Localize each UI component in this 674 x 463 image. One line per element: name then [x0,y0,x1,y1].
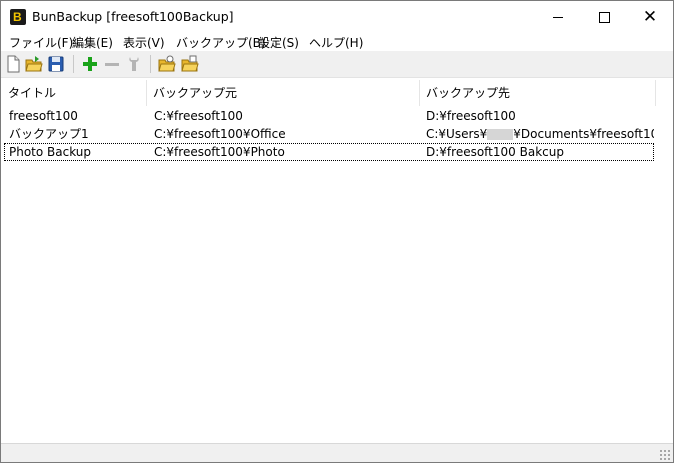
status-bar [1,443,673,462]
toolbar-separator [73,55,74,73]
open-folder-icon [25,56,43,72]
row-source: C:¥freesoft100¥Photo [154,145,285,159]
remove-button[interactable] [103,55,121,73]
toolbar-separator [150,55,151,73]
row-source: C:¥freesoft100¥Office [154,127,286,141]
window-title: BunBackup [freesoft100Backup] [32,9,234,24]
save-button[interactable] [47,55,65,73]
column-header-source[interactable]: バックアップ元 [147,80,420,106]
minimize-icon [553,17,563,18]
dest-prefix: C:¥Users¥ [426,127,488,141]
menu-settings[interactable]: 設定(S) [258,34,299,51]
row-title: freesoft100 [9,109,78,123]
list-row[interactable]: freesoft100 C:¥freesoft100 D:¥freesoft10… [4,107,654,125]
row-source: C:¥freesoft100 [154,109,243,123]
menu-help[interactable]: ヘルプ(H) [309,34,363,51]
maximize-icon [599,12,610,23]
remove-icon [105,63,119,66]
list-row-focused[interactable]: Photo Backup C:¥freesoft100¥Photo D:¥fre… [4,143,654,161]
app-icon-letter: B [13,10,22,24]
title-bar[interactable]: B BunBackup [freesoft100Backup] ✕ [1,1,673,33]
add-icon [83,57,97,71]
maximize-button[interactable] [581,1,627,33]
properties-button[interactable] [125,55,143,73]
row-destination: D:¥freesoft100 [426,109,516,123]
backup-button[interactable] [158,55,176,73]
close-button[interactable]: ✕ [627,1,673,33]
backup-folder-icon [158,55,176,72]
add-button[interactable] [81,55,99,73]
dest-suffix: ¥Documents¥freesoft10... [513,127,654,141]
row-destination: D:¥freesoft100 Bakcup [426,145,564,159]
open-button[interactable] [25,55,43,73]
backup-list[interactable]: タイトル バックアップ元 バックアップ先 freesoft100 C:¥free… [2,80,672,443]
column-header-title[interactable]: タイトル [2,80,147,106]
resize-grip-icon[interactable] [659,449,671,461]
app-icon[interactable]: B [10,9,26,25]
column-header-destination[interactable]: バックアップ先 [420,80,656,106]
toolbar [1,51,673,78]
minimize-button[interactable] [535,1,581,33]
row-title: バックアップ1 [9,127,89,141]
backup-all-icon [181,55,199,72]
menu-bar: ファイル(F) 編集(E) 表示(V) バックアップ(B) 設定(S) ヘルプ(… [1,33,673,51]
menu-backup[interactable]: バックアップ(B) [176,34,266,51]
new-file-button[interactable] [4,55,22,73]
new-file-icon [7,55,20,73]
list-row[interactable]: バックアップ1 C:¥freesoft100¥Office C:¥Users¥ ¥… [4,125,654,143]
settings-wrench-icon [129,57,139,71]
save-icon [48,56,64,72]
backup-all-button[interactable] [181,55,199,73]
menu-edit[interactable]: 編集(E) [72,34,113,51]
close-icon: ✕ [642,7,658,27]
redacted-username [487,129,514,140]
main-window: B BunBackup [freesoft100Backup] ✕ ファイル(F… [0,0,674,463]
row-destination: C:¥Users¥ ¥Documents¥freesoft10... [426,125,654,143]
menu-file[interactable]: ファイル(F) [9,34,73,51]
row-title: Photo Backup [9,145,92,159]
menu-view[interactable]: 表示(V) [123,34,165,51]
